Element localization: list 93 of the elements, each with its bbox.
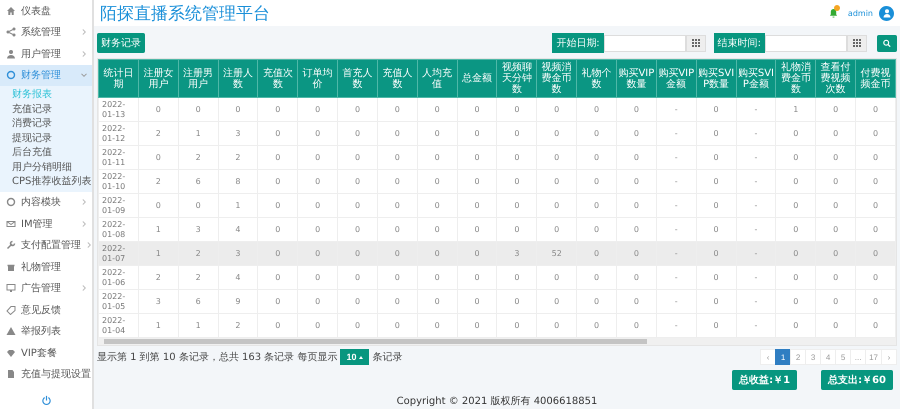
page-button[interactable]: 1 xyxy=(775,349,792,365)
chevron-icon xyxy=(81,72,87,78)
column-header[interactable]: 礼物个数 xyxy=(576,60,616,98)
column-header[interactable]: 首充人数 xyxy=(338,60,378,98)
sidebar-item[interactable]: 礼物管理 xyxy=(0,256,92,278)
column-header[interactable]: 注册人数 xyxy=(218,60,258,98)
column-header[interactable]: 人均充值 xyxy=(417,60,458,98)
grid-icon xyxy=(692,39,700,47)
submenu-item[interactable]: 充值记录 xyxy=(0,102,92,117)
caret-icon xyxy=(359,356,364,358)
column-header[interactable]: 订单均价 xyxy=(298,60,338,98)
pagination-summary: 显示第 1 到第 10 条记录，总共 163 条记录 每页显示 xyxy=(97,350,338,364)
page-button[interactable]: 3 xyxy=(805,349,822,365)
monitor-icon xyxy=(6,283,16,294)
copyright-text: Copyright © 2021 版权所有 4006618851 xyxy=(396,394,598,408)
chevron-icon xyxy=(81,220,87,227)
column-header[interactable]: 注册女用户 xyxy=(138,60,178,98)
sidebar-item[interactable]: 举报列表 xyxy=(0,320,92,342)
column-header[interactable]: 购买SVIP数量 xyxy=(696,60,736,98)
sidebar-item[interactable]: 支付配置管理 xyxy=(0,234,92,256)
submenu-item[interactable]: 消费记录 xyxy=(0,117,92,132)
page-button[interactable]: ... xyxy=(850,349,866,365)
sidebar-item[interactable]: 仪表盘 xyxy=(0,0,92,22)
avatar-icon[interactable] xyxy=(879,6,894,20)
chevron-icon xyxy=(81,50,87,57)
warning-icon xyxy=(6,326,16,336)
column-header[interactable]: 统计日期 xyxy=(98,60,138,98)
user-icon xyxy=(6,48,16,59)
column-header[interactable]: 视频聊天分钟数 xyxy=(496,60,537,98)
wrench-icon xyxy=(6,240,16,250)
column-header[interactable]: 充值人数 xyxy=(377,60,418,98)
start-date-field[interactable] xyxy=(604,34,686,52)
chevron-icon xyxy=(81,29,87,36)
end-date-field[interactable] xyxy=(765,34,847,52)
share-icon xyxy=(6,27,16,38)
envelope-icon xyxy=(6,218,16,229)
search-button[interactable] xyxy=(877,34,897,52)
sidebar-item[interactable]: 意见反馈 xyxy=(0,299,92,320)
coin-icon xyxy=(6,70,16,80)
coin-icon xyxy=(6,197,16,208)
document-icon xyxy=(6,369,16,380)
search-icon xyxy=(883,38,891,48)
column-header[interactable]: 付费视频金币 xyxy=(856,60,896,98)
submenu-item[interactable]: 提现记录 xyxy=(0,132,92,146)
column-header[interactable]: 购买VIP数量 xyxy=(616,60,656,98)
sidebar-item[interactable]: 广告管理 xyxy=(0,278,92,299)
column-header[interactable]: 购买SVIP金额 xyxy=(736,60,776,98)
horizontal-scrollbar[interactable] xyxy=(98,338,896,345)
calendar-button[interactable] xyxy=(847,34,867,52)
page-size-dropdown[interactable]: 10 xyxy=(340,349,370,365)
end-date-label: 结束时间: xyxy=(714,33,765,53)
sidebar-item[interactable]: VIP套餐 xyxy=(0,342,92,364)
sidebar-item[interactable]: 财务管理 xyxy=(0,64,92,86)
calendar-button[interactable] xyxy=(686,34,706,52)
notification-badge xyxy=(834,5,840,11)
sidebar-item[interactable]: IM管理 xyxy=(0,213,92,234)
sidebar-item[interactable]: 用户管理 xyxy=(0,43,92,64)
total-button[interactable]: 总收益:￥1 xyxy=(732,370,798,390)
sidebar-item[interactable]: 内容模块 xyxy=(0,192,92,213)
chevron-icon xyxy=(81,199,87,206)
column-header[interactable]: 充值次数 xyxy=(258,60,298,98)
page-button[interactable]: 4 xyxy=(820,349,836,365)
column-header[interactable]: 礼物消费金币数 xyxy=(776,60,816,98)
grid-icon xyxy=(853,39,861,47)
submenu-item[interactable]: 用户分销明细 xyxy=(0,160,92,175)
submenu-item[interactable]: 财务报表 xyxy=(0,88,92,102)
highlighted-row[interactable]: 2022-01-07 1 2 3 0 0 0 0 0 0 3 52 0 0 - 0 - 0 0 0 xyxy=(98,242,896,266)
page-button[interactable]: › xyxy=(881,349,897,365)
chevron-icon xyxy=(86,242,92,248)
page-button[interactable]: 2 xyxy=(790,349,806,365)
submenu-item[interactable]: 后台充值 xyxy=(0,146,92,160)
chevron-icon xyxy=(81,285,87,292)
home-icon xyxy=(6,6,16,16)
finance-records-button[interactable]: 财务记录 xyxy=(97,33,145,53)
diamond-icon xyxy=(6,348,16,358)
submenu-item[interactable]: CPS推荐收益列表 xyxy=(0,175,92,190)
sidebar-item[interactable]: 系统管理 xyxy=(0,22,92,43)
page-title: 陌探直播系统管理平台 xyxy=(100,2,270,24)
column-header[interactable]: 总金额 xyxy=(457,60,497,98)
total-button[interactable]: 总支出:￥60 xyxy=(821,370,893,390)
power-icon[interactable] xyxy=(40,395,52,406)
column-header[interactable]: 视频消费金币数 xyxy=(536,60,577,98)
start-date-label: 开始日期: xyxy=(552,33,604,53)
page-button[interactable]: 5 xyxy=(835,349,852,365)
user-name[interactable]: admin xyxy=(848,8,873,18)
tag-icon xyxy=(6,304,16,315)
page-button[interactable]: 17 xyxy=(865,349,882,365)
column-header[interactable]: 购买VIP金额 xyxy=(656,60,696,98)
pagination-suffix: 条记录 xyxy=(372,351,402,364)
page-button[interactable]: ‹ xyxy=(760,349,776,365)
sidebar-item[interactable]: 充值与提现设置 xyxy=(0,364,92,385)
column-header[interactable]: 注册男用户 xyxy=(178,60,218,98)
column-header[interactable]: 查看付费视频次数 xyxy=(816,60,856,98)
